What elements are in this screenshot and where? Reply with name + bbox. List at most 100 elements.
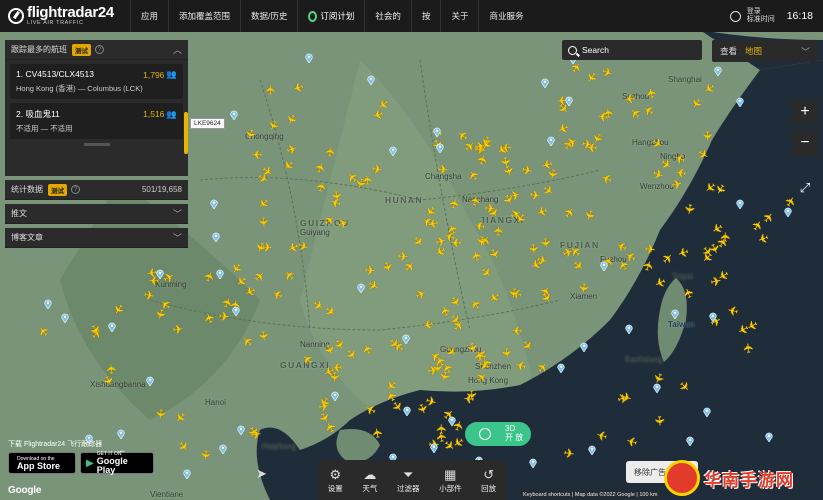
nav-data-history[interactable]: 数据/历史	[240, 0, 297, 32]
airport-pin-icon[interactable]	[588, 445, 596, 455]
app-store-button[interactable]: Download on the App Store	[8, 452, 76, 474]
airport-pin-icon[interactable]	[210, 199, 218, 209]
aircraft-icon[interactable]: ✈	[510, 323, 524, 338]
airport-pin-icon[interactable]	[331, 391, 339, 401]
flightradar24-logo[interactable]: flightradar24 LIVE AIR TRAFFIC	[0, 0, 130, 32]
aircraft-icon[interactable]: ✈	[436, 163, 450, 177]
airport-pin-icon[interactable]	[108, 322, 116, 332]
aircraft-icon[interactable]: ✈	[248, 426, 264, 443]
aircraft-icon[interactable]: ✈	[425, 215, 442, 232]
airport-pin-icon[interactable]	[784, 207, 792, 217]
help-icon[interactable]: ?	[95, 45, 104, 54]
airport-pin-icon[interactable]	[156, 269, 164, 279]
airport-pin-icon[interactable]	[183, 469, 191, 479]
aircraft-icon[interactable]: ✈	[498, 345, 514, 361]
aircraft-icon[interactable]: ✈	[681, 201, 698, 217]
aircraft-icon[interactable]: ✈	[369, 161, 385, 178]
airport-pin-icon[interactable]	[402, 334, 410, 344]
airport-pin-icon[interactable]	[653, 383, 661, 393]
aircraft-icon[interactable]: ✈	[322, 144, 339, 160]
airport-pin-icon[interactable]	[448, 416, 456, 426]
aircraft-icon[interactable]: ✈	[622, 90, 637, 106]
nav-subscription[interactable]: 订阅计划	[297, 0, 364, 32]
aircraft-icon[interactable]: ✈	[575, 280, 592, 296]
nav-press[interactable]: 按	[410, 0, 441, 32]
tracked-flight-row[interactable]: 2. 吸血鬼11 1,516 👥 不适用 — 不适用	[10, 103, 183, 139]
airport-pin-icon[interactable]	[44, 299, 52, 309]
airport-pin-icon[interactable]	[686, 436, 694, 446]
nav-business[interactable]: 商业服务	[478, 0, 533, 32]
filter-button[interactable]: ⏷ 过滤器	[397, 467, 420, 494]
airport-pin-icon[interactable]	[430, 443, 438, 453]
airport-pin-icon[interactable]	[232, 306, 240, 316]
airport-pin-icon[interactable]	[436, 143, 444, 153]
airport-pin-icon[interactable]	[367, 75, 375, 85]
airport-pin-icon[interactable]	[600, 261, 608, 271]
aircraft-icon[interactable]: ✈	[461, 390, 476, 406]
help-icon[interactable]: ?	[71, 185, 80, 194]
widgets-button[interactable]: ▦ 小部件	[439, 467, 462, 494]
airport-pin-icon[interactable]	[765, 432, 773, 442]
map-attribution[interactable]: Keyboard shortcuts | Map data ©2022 Goog…	[520, 491, 661, 499]
view-selector[interactable]: 查看 地图 ﹀	[712, 40, 818, 62]
aircraft-icon[interactable]: ✈	[216, 309, 231, 325]
most-tracked-header[interactable]: 跟踪最多的航班 测试 ? ︿	[5, 40, 188, 60]
playback-button[interactable]: ↺ 回放	[481, 467, 496, 494]
zoom-in-button[interactable]: +	[792, 99, 818, 125]
tweets-section[interactable]: 推文 ﹀	[5, 204, 188, 224]
airport-pin-icon[interactable]	[703, 407, 711, 417]
aircraft-icon[interactable]: ✈	[700, 129, 715, 143]
aircraft-icon[interactable]: ✈	[472, 138, 488, 155]
statistics-section[interactable]: 统计数据 测试 ? 501/19,658	[5, 180, 188, 200]
settings-button[interactable]: ⚙ 设置	[328, 467, 343, 494]
airport-pin-icon[interactable]	[557, 363, 565, 373]
airport-pin-icon[interactable]	[529, 458, 537, 468]
aircraft-icon[interactable]: ✈	[652, 414, 668, 429]
aircraft-callsign-label[interactable]: LKE9624	[190, 118, 225, 129]
aircraft-icon[interactable]: ✈	[256, 215, 272, 230]
airport-pin-icon[interactable]	[736, 199, 744, 209]
aircraft-icon[interactable]: ✈	[396, 249, 411, 265]
nav-add-coverage[interactable]: 添加覆盖范围	[168, 0, 240, 32]
airport-pin-icon[interactable]	[389, 146, 397, 156]
chevron-down-icon[interactable]: ﹀	[173, 207, 182, 220]
airport-pin-icon[interactable]	[565, 96, 573, 106]
airport-pin-icon[interactable]	[357, 283, 365, 293]
aircraft-icon[interactable]: ✈	[170, 321, 185, 337]
aircraft-icon[interactable]: ✈	[255, 328, 271, 344]
aircraft-icon[interactable]: ✈	[673, 164, 689, 181]
aircraft-icon[interactable]: ✈	[104, 361, 120, 376]
blog-section[interactable]: 博客文章 ﹀	[5, 228, 188, 248]
search-box[interactable]: Search	[562, 40, 702, 60]
airport-pin-icon[interactable]	[216, 269, 224, 279]
list-scrollbar[interactable]	[184, 112, 188, 154]
airport-pin-icon[interactable]	[625, 324, 633, 334]
aircraft-icon[interactable]: ✈	[467, 193, 484, 209]
airport-pin-icon[interactable]	[403, 406, 411, 416]
aircraft-icon[interactable]: ✈	[152, 406, 168, 422]
airport-pin-icon[interactable]	[580, 342, 588, 352]
zoom-out-button[interactable]: −	[792, 130, 818, 156]
airport-pin-icon[interactable]	[547, 136, 555, 146]
airport-pin-icon[interactable]	[212, 232, 220, 242]
airport-pin-icon[interactable]	[714, 66, 722, 76]
aircraft-icon[interactable]: ✈	[141, 287, 157, 304]
airport-pin-icon[interactable]	[146, 376, 154, 386]
airport-pin-icon[interactable]	[117, 429, 125, 439]
airport-pin-icon[interactable]	[61, 313, 69, 323]
airport-pin-icon[interactable]	[230, 110, 238, 120]
airport-pin-icon[interactable]	[541, 78, 549, 88]
nav-social[interactable]: 社会的	[364, 0, 411, 32]
aircraft-icon[interactable]: ✈	[369, 425, 386, 441]
aircraft-icon[interactable]: ✈	[561, 445, 577, 462]
google-play-button[interactable]: ▶ GET IT ON Google Play	[80, 451, 154, 475]
resize-grip[interactable]	[83, 143, 110, 146]
weather-button[interactable]: ☁ 天气	[362, 467, 377, 494]
nav-apps[interactable]: 应用	[130, 0, 168, 32]
airport-pin-icon[interactable]	[433, 127, 441, 137]
my-location-icon[interactable]: ➤	[256, 466, 274, 484]
airport-pin-icon[interactable]	[219, 444, 227, 454]
3d-view-button[interactable]: 3D 开 放	[465, 422, 531, 446]
aircraft-icon[interactable]: ✈	[482, 200, 498, 217]
aircraft-icon[interactable]: ✈	[197, 447, 213, 463]
